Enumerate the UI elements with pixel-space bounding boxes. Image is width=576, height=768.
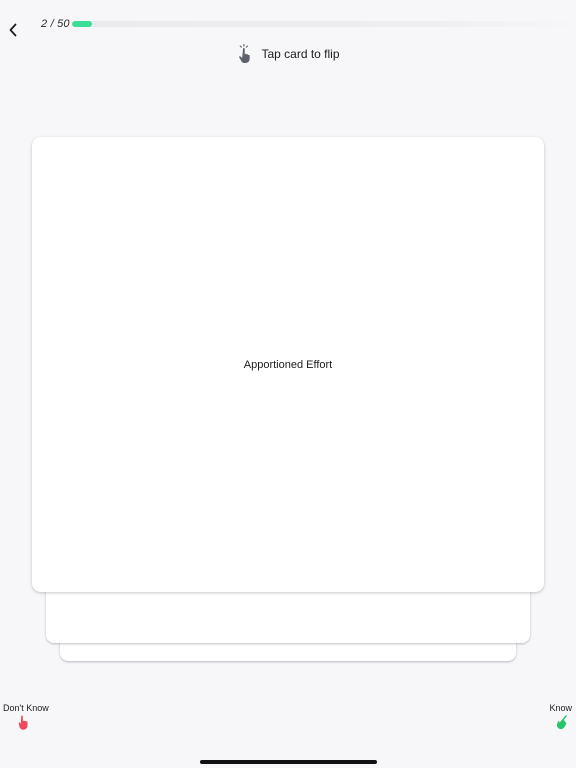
flip-hint: Tap card to flip (0, 43, 576, 65)
home-indicator (200, 760, 377, 764)
card-counter: 2 / 50 (41, 18, 70, 30)
back-button[interactable] (4, 20, 22, 40)
flashcard-term: Apportioned Effort (243, 358, 333, 371)
dont-know-label: Don't Know (3, 703, 49, 713)
tap-hand-icon (239, 43, 251, 63)
dont-know-button[interactable]: Don't Know (3, 703, 49, 731)
know-button[interactable]: Know (549, 703, 572, 731)
flip-hint-text: Tap card to flip (261, 47, 340, 61)
chevron-left-icon (9, 23, 17, 37)
flashcard[interactable]: Apportioned Effort (32, 137, 544, 592)
thumb-up-hand-icon (556, 715, 567, 730)
progress-fill (72, 21, 93, 27)
know-label: Know (549, 703, 572, 713)
progress-bar (72, 21, 576, 27)
thumb-down-hand-icon (18, 715, 28, 730)
